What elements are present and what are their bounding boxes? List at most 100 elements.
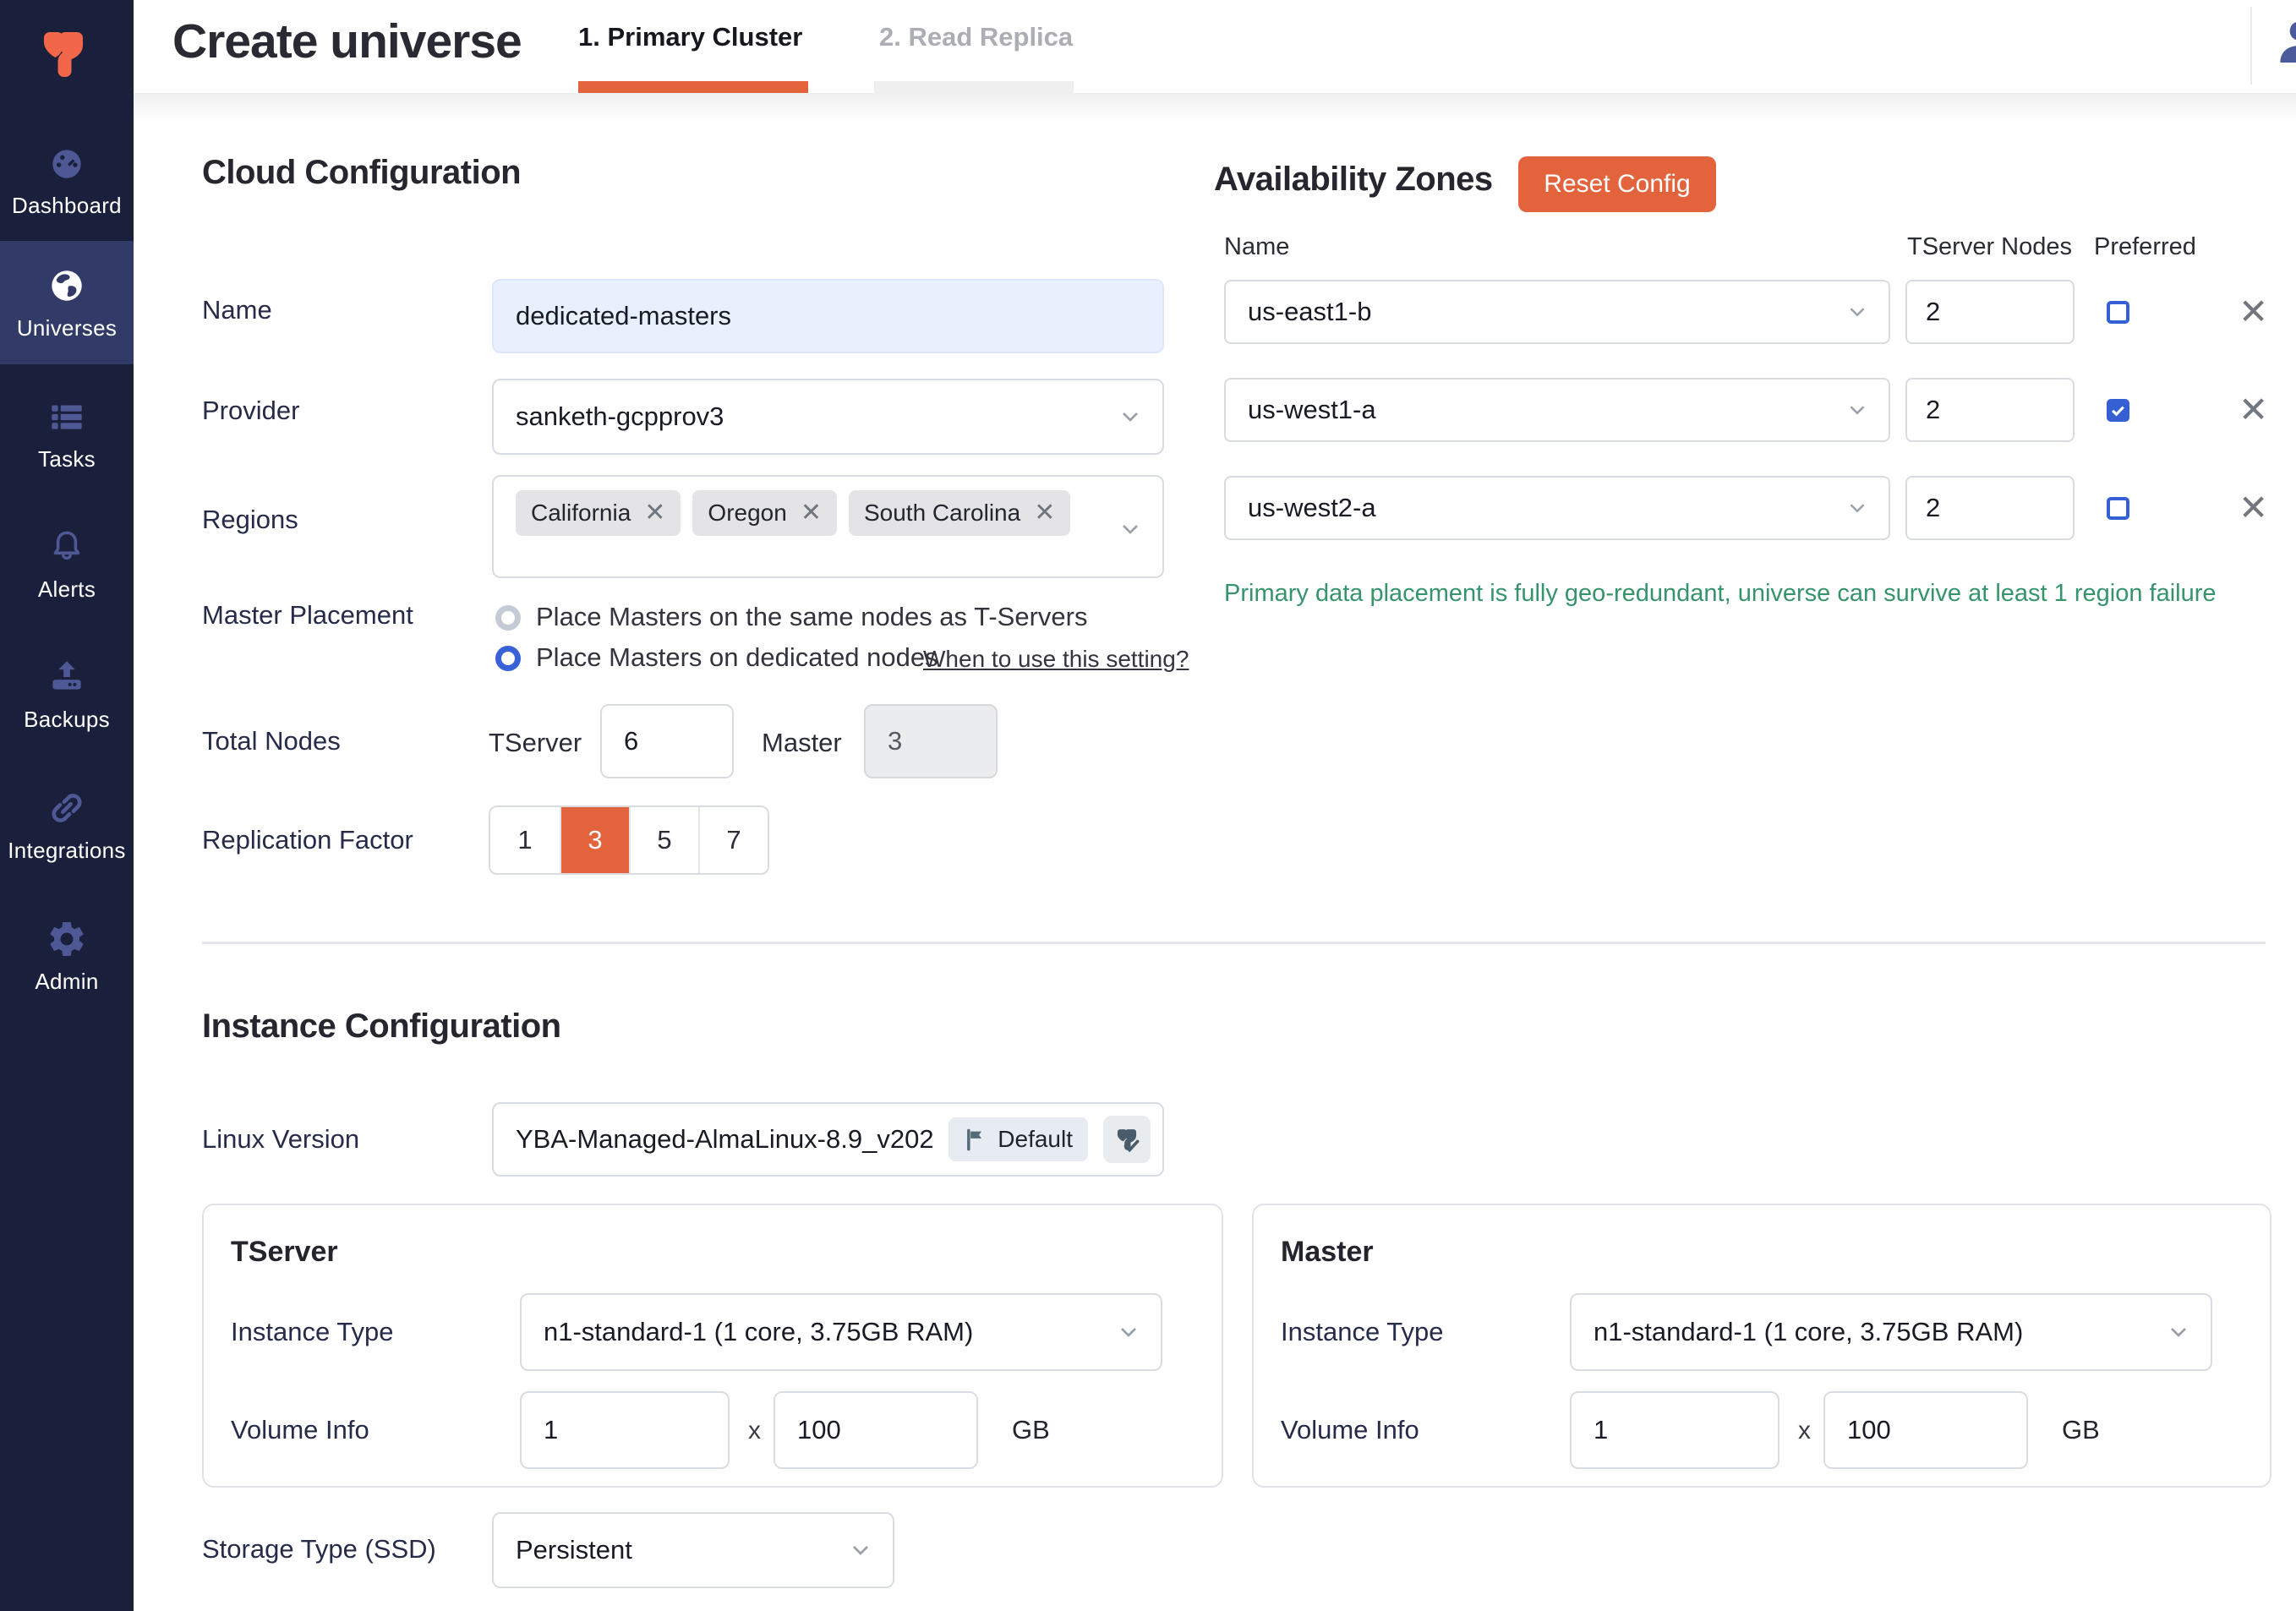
az-tserver-nodes-input-row-2[interactable] [1905, 378, 2075, 442]
rf-option-label: 5 [657, 825, 671, 855]
volume-multiply-label: x [1798, 1417, 1811, 1445]
section-divider [202, 942, 2266, 944]
region-chip: South Carolina ✕ [849, 490, 1070, 536]
provider-label: Provider [202, 396, 299, 426]
flag-icon [964, 1128, 987, 1151]
page-title: Create universe [172, 14, 522, 69]
chevron-down-icon [1117, 516, 1144, 543]
linux-version-label: Linux Version [202, 1124, 359, 1155]
tserver-count-label: TServer [489, 728, 582, 758]
tserver-card: TServer Instance Type n1-standard-1 (1 c… [202, 1204, 1223, 1488]
az-select-row-1[interactable]: us-east1-b [1224, 280, 1890, 344]
chevron-down-icon [847, 1537, 874, 1564]
chevron-down-icon [1845, 299, 1870, 325]
geo-redundancy-message: Primary data placement is fully geo-redu… [1224, 580, 2217, 608]
when-to-use-link[interactable]: When to use this setting? [923, 646, 1189, 673]
admin-gear-icon [46, 918, 88, 960]
tserver-volume-count-input[interactable] [520, 1391, 730, 1469]
rf-option-label: 7 [726, 825, 741, 855]
instance-type-value: n1-standard-1 (1 core, 3.75GB RAM) [544, 1317, 973, 1347]
rf-option-1[interactable]: 1 [490, 807, 560, 873]
rf-option-5[interactable]: 5 [629, 807, 698, 873]
master-card: Master Instance Type n1-standard-1 (1 co… [1252, 1204, 2271, 1488]
az-name: us-east1-b [1248, 297, 1371, 327]
az-select-row-3[interactable]: us-west2-a [1224, 476, 1890, 540]
master-volume-size-input[interactable] [1823, 1391, 2028, 1469]
chevron-down-icon [1115, 1319, 1142, 1346]
linux-version-select[interactable]: YBA-Managed-AlmaLinux-8.9_v20240515 Defa… [492, 1102, 1164, 1177]
user-avatar-icon[interactable] [2272, 15, 2296, 69]
chevron-down-icon [1845, 397, 1870, 423]
sidebar-item-backups[interactable]: Backups [0, 632, 134, 756]
sidebar-item-dashboard[interactable]: Dashboard [0, 118, 134, 242]
availability-zones-heading: Availability Zones [1214, 161, 1493, 199]
radio-dedicated-nodes[interactable] [495, 646, 521, 671]
provider-value: sanketh-gcpprov3 [516, 401, 724, 432]
tab-primary-cluster[interactable]: 1. Primary Cluster [578, 22, 802, 52]
az-name: us-west1-a [1248, 395, 1376, 425]
header-shadow [134, 93, 2296, 122]
provider-select[interactable]: sanketh-gcpprov3 [492, 379, 1164, 455]
regions-multiselect[interactable]: California ✕ Oregon ✕ South Carolina ✕ [492, 475, 1164, 578]
yb-mark-check-icon [1111, 1123, 1143, 1155]
integrations-link-icon [46, 787, 88, 829]
rf-option-label: 1 [517, 825, 532, 855]
radio-same-nodes-label[interactable]: Place Masters on the same nodes as T-Ser… [536, 602, 1087, 632]
az-remove-row-2-icon[interactable]: ✕ [2239, 392, 2268, 428]
sidebar-item-universes[interactable]: Universes [0, 241, 134, 364]
sidebar-item-admin[interactable]: Admin [0, 894, 134, 1018]
az-column-tserver-nodes: TServer Nodes [1907, 233, 2072, 261]
tab-label: 1. Primary Cluster [578, 22, 802, 52]
rf-option-7[interactable]: 7 [698, 807, 768, 873]
region-chip-label: California [531, 500, 631, 527]
tab-label: 2. Read Replica [879, 22, 1073, 52]
replication-factor-segmented-control: 1 3 5 7 [489, 806, 769, 875]
radio-dedicated-nodes-label[interactable]: Place Masters on dedicated nodes [536, 642, 938, 673]
remove-region-icon[interactable]: ✕ [1034, 500, 1055, 526]
backups-upload-icon [46, 656, 88, 698]
tab-read-replica-underline [874, 81, 1074, 93]
master-instance-type-select[interactable]: n1-standard-1 (1 core, 3.75GB RAM) [1570, 1293, 2212, 1371]
instance-configuration-heading: Instance Configuration [202, 1008, 561, 1046]
storage-type-select[interactable]: Persistent [492, 1512, 894, 1588]
instance-type-label: Instance Type [1281, 1317, 1443, 1347]
az-column-preferred: Preferred [2094, 233, 2196, 261]
tserver-volume-size-input[interactable] [774, 1391, 978, 1469]
az-remove-row-3-icon[interactable]: ✕ [2239, 490, 2268, 526]
sidebar-item-integrations[interactable]: Integrations [0, 763, 134, 887]
remove-region-icon[interactable]: ✕ [801, 500, 822, 526]
sidebar-item-alerts[interactable]: Alerts [0, 502, 134, 625]
dashboard-gauge-icon [46, 142, 88, 184]
az-select-row-2[interactable]: us-west1-a [1224, 378, 1890, 442]
az-preferred-checkbox-row-2[interactable] [2107, 399, 2129, 422]
sidebar-item-label: Dashboard [12, 193, 122, 219]
universe-name-input[interactable] [492, 279, 1164, 353]
az-tserver-nodes-input-row-1[interactable] [1905, 280, 2075, 344]
replication-factor-label: Replication Factor [202, 825, 413, 855]
chevron-down-icon [1117, 403, 1144, 430]
az-tserver-nodes-input-row-3[interactable] [1905, 476, 2075, 540]
sidebar-item-label: Tasks [38, 446, 96, 472]
volume-unit-label: GB [2062, 1415, 2100, 1445]
universes-globe-icon [46, 265, 88, 307]
cloud-configuration-heading: Cloud Configuration [202, 154, 521, 192]
radio-same-nodes[interactable] [495, 605, 521, 631]
yugabyte-logo-icon[interactable] [34, 24, 93, 83]
yb-verified-image-button[interactable] [1103, 1116, 1151, 1163]
tab-read-replica[interactable]: 2. Read Replica [879, 22, 1073, 52]
master-placement-label: Master Placement [202, 600, 413, 631]
volume-unit-label: GB [1012, 1415, 1050, 1445]
sidebar-item-tasks[interactable]: Tasks [0, 372, 134, 495]
tserver-nodes-input[interactable] [600, 704, 734, 778]
tserver-card-heading: TServer [231, 1236, 338, 1269]
chevron-down-icon [1845, 495, 1870, 521]
sidebar-item-label: Alerts [38, 576, 96, 603]
tserver-instance-type-select[interactable]: n1-standard-1 (1 core, 3.75GB RAM) [520, 1293, 1162, 1371]
master-volume-count-input[interactable] [1570, 1391, 1779, 1469]
remove-region-icon[interactable]: ✕ [644, 500, 665, 526]
reset-config-button[interactable]: Reset Config [1518, 156, 1716, 212]
az-remove-row-1-icon[interactable]: ✕ [2239, 294, 2268, 330]
az-preferred-checkbox-row-3[interactable] [2107, 497, 2129, 520]
az-preferred-checkbox-row-1[interactable] [2107, 301, 2129, 324]
rf-option-3[interactable]: 3 [560, 807, 629, 873]
